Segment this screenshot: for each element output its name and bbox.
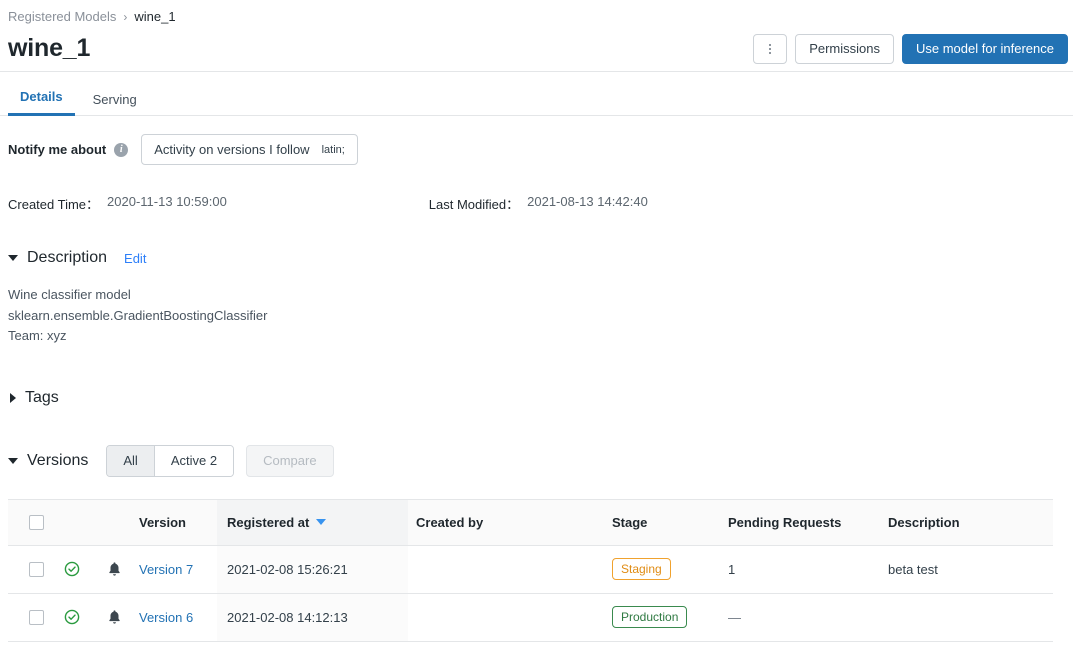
table-row[interactable]: Version 6 2021-02-08 14:12:13 Production… <box>8 594 1053 642</box>
page-header: wine_1 Permissions Use model for inferen… <box>0 26 1073 72</box>
breadcrumb-link-registered-models[interactable]: Registered Models <box>8 9 116 24</box>
stage-cell: Production <box>609 606 726 628</box>
last-modified-label: Last Modified： <box>429 194 519 213</box>
notify-row: Notify me about i Activity on versions I… <box>0 116 1073 165</box>
bell-icon <box>107 609 122 625</box>
row-select-cell <box>21 610 51 625</box>
chevron-down-icon: latin; <box>322 144 345 156</box>
description-line: Wine classifier model <box>8 285 1065 306</box>
version-cell: Version 6 <box>135 610 217 625</box>
notify-select[interactable]: Activity on versions I follow latin; <box>141 134 358 165</box>
bell-icon <box>107 561 122 577</box>
sort-descending-icon <box>316 519 326 525</box>
breadcrumb-current: wine_1 <box>134 9 175 24</box>
tags-section-header: Tags <box>0 389 1073 407</box>
breadcrumb-separator-icon: › <box>123 11 127 23</box>
permissions-button[interactable]: Permissions <box>795 34 894 64</box>
tab-bar: Details Serving <box>0 72 1073 116</box>
description-section-header: Description Edit <box>0 249 1073 267</box>
last-modified-value: 2021-08-13 14:42:40 <box>527 194 648 213</box>
versions-section-header: Versions All Active 2 Compare <box>0 445 1073 477</box>
notify-label: Notify me about <box>8 142 106 157</box>
column-header-created-by[interactable]: Created by <box>408 515 609 530</box>
tags-title: Tags <box>25 389 59 407</box>
row-select-cell <box>21 562 51 577</box>
select-all-checkbox[interactable] <box>29 515 44 530</box>
status-badge: Production <box>612 606 687 628</box>
breadcrumb: Registered Models › wine_1 <box>0 0 1073 26</box>
header-actions: Permissions Use model for inference <box>753 34 1068 64</box>
version-link[interactable]: Version 7 <box>139 562 193 577</box>
pending-requests-cell: 1 <box>726 562 886 577</box>
column-header-pending-requests[interactable]: Pending Requests <box>726 515 886 530</box>
kebab-menu-icon <box>769 44 771 54</box>
column-header-registered-at-label: Registered at <box>227 515 309 530</box>
versions-title: Versions <box>27 452 88 470</box>
registered-at-value: 2021-02-08 15:26:21 <box>227 562 348 577</box>
row-description-cell: beta test <box>886 562 1053 577</box>
status-cell <box>51 561 93 577</box>
registered-at-value: 2021-02-08 14:12:13 <box>227 610 348 625</box>
more-actions-button[interactable] <box>753 34 787 64</box>
description-line: sklearn.ensemble.GradientBoostingClassif… <box>8 306 1065 327</box>
status-cell <box>51 609 93 625</box>
description-line: Team: xyz <box>8 326 1065 347</box>
row-checkbox[interactable] <box>29 562 44 577</box>
column-header-registered-at[interactable]: Registered at <box>217 500 408 545</box>
registered-at-cell: 2021-02-08 14:12:13 <box>217 594 408 641</box>
registered-at-cell: 2021-02-08 15:26:21 <box>217 546 408 593</box>
select-all-cell <box>21 515 51 530</box>
check-circle-icon <box>64 609 80 625</box>
version-link[interactable]: Version 6 <box>139 610 193 625</box>
description-title: Description <box>27 249 107 267</box>
versions-table: Version Registered at Created by Stage P… <box>8 499 1053 642</box>
column-header-description[interactable]: Description <box>886 515 1053 530</box>
model-metadata: Created Time： 2020-11-13 10:59:00 Last M… <box>0 165 1073 213</box>
use-model-for-inference-button[interactable]: Use model for inference <box>902 34 1068 64</box>
edit-description-link[interactable]: Edit <box>124 251 146 266</box>
info-icon[interactable]: i <box>114 143 128 157</box>
last-modified: Last Modified： 2021-08-13 14:42:40 <box>429 194 648 213</box>
check-circle-icon <box>64 561 80 577</box>
status-badge: Staging <box>612 558 671 580</box>
page-title: wine_1 <box>8 34 90 63</box>
version-cell: Version 7 <box>135 562 217 577</box>
description-body: Wine classifier model sklearn.ensemble.G… <box>0 267 1073 347</box>
table-row[interactable]: Version 7 2021-02-08 15:26:21 Staging 1 … <box>8 546 1053 594</box>
table-header-row: Version Registered at Created by Stage P… <box>8 500 1053 546</box>
column-header-version[interactable]: Version <box>135 515 217 530</box>
tab-details[interactable]: Details <box>8 89 75 116</box>
row-checkbox[interactable] <box>29 610 44 625</box>
versions-controls: All Active 2 Compare <box>106 445 333 477</box>
tab-serving[interactable]: Serving <box>81 92 149 116</box>
caret-right-icon[interactable] <box>10 393 16 403</box>
created-time-value: 2020-11-13 10:59:00 <box>107 194 227 213</box>
stage-cell: Staging <box>609 558 726 580</box>
pending-requests-cell: — <box>726 610 886 625</box>
notify-cell[interactable] <box>93 561 135 577</box>
notify-select-value: Activity on versions I follow <box>154 142 309 157</box>
notify-cell[interactable] <box>93 609 135 625</box>
created-time-label: Created Time： <box>8 194 99 213</box>
versions-filter-segmented: All Active 2 <box>106 445 234 477</box>
versions-filter-all[interactable]: All <box>107 446 153 476</box>
created-time: Created Time： 2020-11-13 10:59:00 <box>8 194 227 213</box>
versions-filter-active[interactable]: Active 2 <box>154 446 233 476</box>
caret-down-icon[interactable] <box>8 458 18 464</box>
column-header-stage[interactable]: Stage <box>609 515 726 530</box>
caret-down-icon[interactable] <box>8 255 18 261</box>
compare-button[interactable]: Compare <box>246 445 333 477</box>
